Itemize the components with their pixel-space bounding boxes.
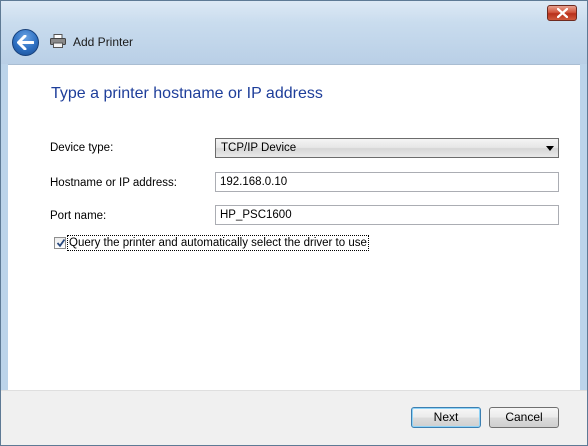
close-icon xyxy=(557,8,568,18)
add-printer-window: Add Printer Type a printer hostname or I… xyxy=(0,0,588,446)
close-button[interactable] xyxy=(547,5,577,21)
printer-icon xyxy=(50,34,66,48)
wizard-content: Type a printer hostname or IP address De… xyxy=(8,64,580,390)
title-bar: Add Printer xyxy=(1,1,587,64)
back-button[interactable] xyxy=(12,29,39,56)
hostname-label: Hostname or IP address: xyxy=(50,177,177,189)
device-type-label: Device type: xyxy=(50,142,114,154)
page-title: Type a printer hostname or IP address xyxy=(51,85,323,102)
hostname-input[interactable] xyxy=(220,176,550,188)
button-bar: Next Cancel xyxy=(1,390,587,445)
back-arrow-icon xyxy=(17,35,34,50)
port-name-input[interactable] xyxy=(220,209,550,221)
checkmark-icon xyxy=(56,238,66,248)
cancel-button[interactable]: Cancel xyxy=(489,407,559,428)
port-name-label: Port name: xyxy=(50,210,107,222)
device-type-dropdown[interactable]: TCP/IP Device xyxy=(215,138,559,158)
port-name-field-box xyxy=(215,205,559,225)
window-title: Add Printer xyxy=(73,35,134,49)
chevron-down-icon xyxy=(546,146,554,151)
query-printer-checkbox[interactable] xyxy=(54,237,66,249)
hostname-field-box xyxy=(215,172,559,192)
device-type-selected: TCP/IP Device xyxy=(221,142,297,154)
next-button[interactable]: Next xyxy=(411,407,481,428)
query-printer-label[interactable]: Query the printer and automatically sele… xyxy=(67,235,369,251)
